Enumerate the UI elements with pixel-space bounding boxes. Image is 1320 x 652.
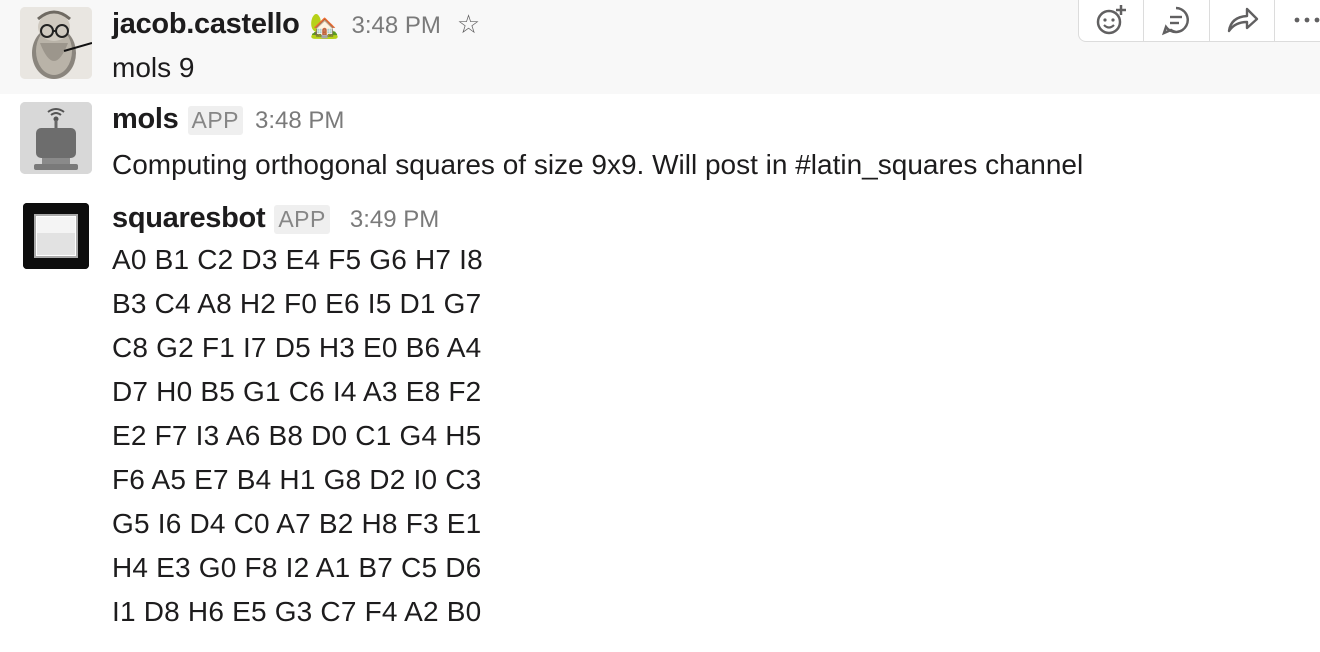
share-message-button[interactable] <box>1210 0 1275 41</box>
latin-square-row: B3 C4 A8 H2 F0 E6 I5 D1 G7 <box>112 288 482 319</box>
more-actions-button[interactable] <box>1275 0 1320 41</box>
message-timestamp[interactable]: 3:48 PM <box>352 12 441 40</box>
share-message-icon <box>1227 7 1258 32</box>
star-icon[interactable]: ☆ <box>457 9 480 40</box>
app-avatar[interactable] <box>23 203 89 269</box>
latin-square-block: A0 B1 C2 D3 E4 F5 G6 H7 I8 B3 C4 A8 H2 F… <box>112 238 483 634</box>
more-actions-icon <box>1294 17 1320 22</box>
robot-avatar-icon <box>20 102 92 174</box>
app-badge: APP <box>187 106 244 135</box>
status-emoji[interactable]: 🏡 <box>310 12 340 41</box>
latin-square-row: H4 E3 G0 F8 I2 A1 B7 C5 D6 <box>112 552 482 583</box>
reply-in-thread-button[interactable] <box>1144 0 1210 41</box>
latin-square-row: F6 A5 E7 B4 H1 G8 D2 I0 C3 <box>112 464 482 495</box>
bearded-man-avatar-icon <box>20 7 92 79</box>
sender-name[interactable]: mols <box>112 103 179 136</box>
sender-name[interactable]: jacob.castello <box>112 8 300 41</box>
message-timestamp[interactable]: 3:49 PM <box>350 206 439 234</box>
app-avatar[interactable] <box>20 102 92 174</box>
black-square-avatar-icon <box>23 203 89 269</box>
latin-square-row: A0 B1 C2 D3 E4 F5 G6 H7 I8 <box>112 244 483 275</box>
sender-name[interactable]: squaresbot <box>112 202 266 235</box>
add-reaction-button[interactable] <box>1079 0 1145 41</box>
latin-square-row: C8 G2 F1 I7 D5 H3 E0 B6 A4 <box>112 332 482 363</box>
latin-square-row: I1 D8 H6 E5 G3 C7 F4 A2 B0 <box>112 596 482 627</box>
message-timestamp[interactable]: 3:48 PM <box>255 107 344 135</box>
app-badge: APP <box>274 205 330 234</box>
user-avatar[interactable] <box>20 7 92 79</box>
reply-in-thread-icon <box>1162 6 1190 35</box>
message-item[interactable]: squaresbot APP 3:49 PM A0 B1 C2 D3 E4 F5… <box>0 196 1320 652</box>
message-header: squaresbot APP 3:49 PM <box>112 202 439 235</box>
message-item[interactable]: mols APP 3:48 PM Computing orthogonal sq… <box>0 94 1320 196</box>
message-item[interactable]: jacob.castello 🏡 3:48 PM ☆ mols 9 <box>0 0 1320 94</box>
message-header: jacob.castello 🏡 3:48 PM ☆ <box>112 8 480 41</box>
latin-square-row: G5 I6 D4 C0 A7 B2 H8 F3 E1 <box>112 508 482 539</box>
latin-square-row: D7 H0 B5 G1 C6 I4 A3 E8 F2 <box>112 376 482 407</box>
message-actions-toolbar <box>1078 0 1320 42</box>
add-reaction-icon <box>1096 4 1127 34</box>
message-text: mols 9 <box>112 52 195 83</box>
message-header: mols APP 3:48 PM <box>112 103 344 136</box>
latin-square-row: E2 F7 I3 A6 B8 D0 C1 G4 H5 <box>112 420 482 451</box>
message-text: Computing orthogonal squares of size 9x9… <box>112 149 1084 180</box>
